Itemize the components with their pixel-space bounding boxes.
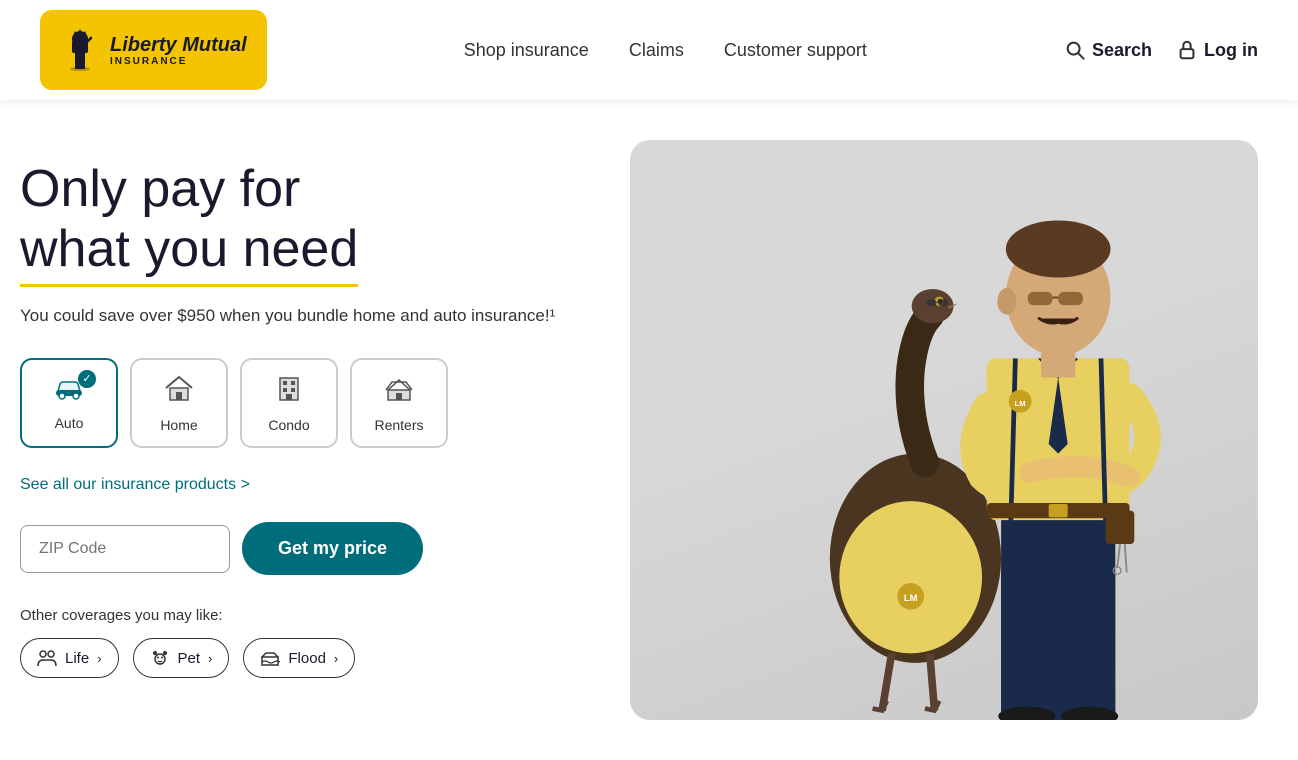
logo-icon — [60, 21, 100, 80]
search-label: Search — [1092, 40, 1152, 61]
pill-flood-label: Flood — [288, 650, 326, 667]
life-arrow: › — [97, 651, 101, 666]
hero-illustration: LM — [630, 140, 1258, 720]
insurance-tabs: ✓ Auto Home — [20, 358, 600, 448]
tab-condo[interactable]: Condo — [240, 358, 338, 448]
pill-pet-label: Pet — [178, 650, 201, 667]
header: Liberty Mutual INSURANCE Shop insurance … — [0, 0, 1298, 100]
pill-pet[interactable]: Pet › — [133, 638, 230, 678]
home-icon — [164, 374, 194, 409]
pill-flood[interactable]: Flood › — [243, 638, 355, 678]
auto-icon: ✓ — [52, 376, 86, 407]
nav-customer-support[interactable]: Customer support — [724, 40, 867, 61]
tab-condo-label: Condo — [268, 417, 309, 433]
pill-life-label: Life — [65, 650, 89, 667]
renters-icon — [384, 374, 414, 409]
hero-image-panel: LM — [630, 140, 1258, 720]
main-nav: Shop insurance Claims Customer support — [464, 40, 867, 61]
svg-text:LM: LM — [1015, 399, 1026, 408]
login-label: Log in — [1204, 40, 1258, 61]
pet-arrow: › — [208, 651, 212, 666]
life-icon — [37, 649, 57, 667]
pet-icon — [150, 649, 170, 667]
tab-auto-label: Auto — [55, 415, 84, 431]
left-panel: Only pay for what you need You could sav… — [20, 140, 600, 720]
login-button[interactable]: Log in — [1176, 39, 1258, 61]
nav-claims[interactable]: Claims — [629, 40, 684, 61]
flood-icon — [260, 649, 280, 667]
zip-input[interactable] — [20, 525, 230, 573]
headline-line1: Only pay for — [20, 160, 300, 218]
svg-text:LM: LM — [904, 593, 918, 604]
headline-line2: what you need — [20, 220, 358, 287]
zip-row: Get my price — [20, 522, 600, 575]
hero-subtext: You could save over $950 when you bundle… — [20, 303, 600, 329]
get-price-button[interactable]: Get my price — [242, 522, 423, 575]
logo-name: Liberty Mutual — [110, 34, 247, 56]
nav-shop-insurance[interactable]: Shop insurance — [464, 40, 589, 61]
header-actions: Search Log in — [1064, 39, 1258, 61]
pill-life[interactable]: Life › — [20, 638, 119, 678]
tab-renters[interactable]: Renters — [350, 358, 448, 448]
search-button[interactable]: Search — [1064, 39, 1152, 61]
lock-icon — [1176, 39, 1198, 61]
logo-subtitle: INSURANCE — [110, 56, 247, 67]
tab-home[interactable]: Home — [130, 358, 228, 448]
other-coverages-label: Other coverages you may like: — [20, 607, 600, 624]
flood-arrow: › — [334, 651, 338, 666]
active-checkmark: ✓ — [78, 370, 96, 388]
coverage-pills: Life › Pet › — [20, 638, 600, 678]
tab-auto[interactable]: ✓ Auto — [20, 358, 118, 448]
condo-icon — [274, 374, 304, 409]
tab-renters-label: Renters — [374, 417, 423, 433]
search-icon — [1064, 39, 1086, 61]
headline: Only pay for what you need — [20, 160, 600, 287]
see-all-link[interactable]: See all our insurance products > — [20, 476, 600, 494]
main-content: Only pay for what you need You could sav… — [0, 100, 1298, 760]
logo-text: Liberty Mutual INSURANCE — [110, 34, 247, 67]
logo[interactable]: Liberty Mutual INSURANCE — [40, 10, 267, 90]
tab-home-label: Home — [160, 417, 197, 433]
